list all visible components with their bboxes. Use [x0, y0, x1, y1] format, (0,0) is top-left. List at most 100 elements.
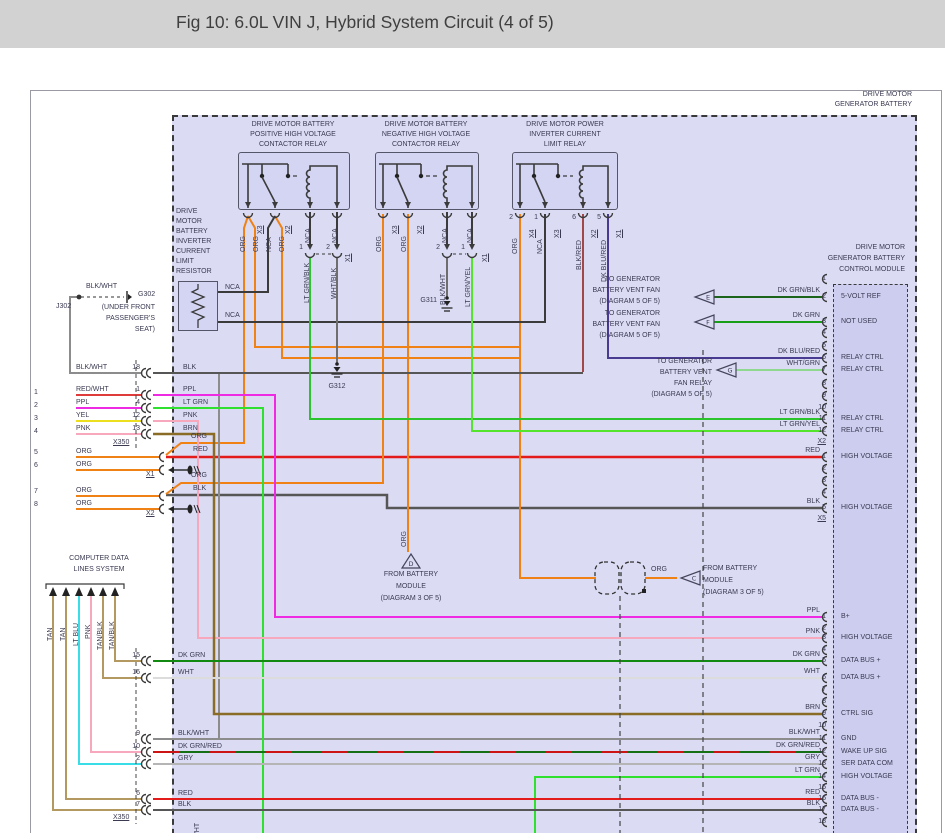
connector-cup: [147, 391, 152, 400]
connector-cup: [142, 391, 146, 400]
pin-arrow: [307, 202, 313, 208]
wire-color-label: X4: [529, 229, 537, 238]
diagram-label: ORG: [191, 433, 207, 441]
x350-right-wire-label: WHT: [178, 669, 194, 677]
x350-pin-number: 4: [136, 399, 140, 407]
diagram-label: (DIAGRAM 5 OF 5): [599, 298, 660, 306]
diagram-label: G302: [138, 291, 155, 299]
module-pin-number: 2: [822, 625, 826, 633]
connector-cup: [142, 404, 146, 413]
diagram-label: 3: [34, 415, 38, 423]
diagram-label: 2: [326, 244, 330, 252]
triangle-letter: E: [706, 294, 710, 302]
connector-index-dot: [642, 589, 646, 593]
diagram-label: BATTERY VENT FAN: [592, 287, 660, 295]
x350-left-wire-label: PPL: [76, 399, 89, 407]
relay-blade: [397, 177, 408, 202]
ground-icon: [332, 374, 343, 377]
data-line-arrow-icon: [99, 587, 107, 596]
relay-blade: [262, 177, 275, 202]
relay-title: DRIVE MOTOR POWER: [526, 121, 604, 129]
wire-color-label: LT GRN/YEL: [465, 267, 473, 307]
connector-cup: [147, 735, 152, 744]
diagram-label: X1: [146, 471, 155, 479]
module-signal-label: DATA BUS +: [841, 657, 881, 665]
relay-title: INVERTER CURRENT: [529, 131, 600, 139]
wire-color-label: X1: [345, 253, 353, 262]
wire-color-label: TAN: [47, 628, 55, 641]
diagram-label: PASSENGER'S: [106, 315, 155, 323]
diagram-label: BLK/WHT: [86, 283, 117, 291]
diagram-label: X350: [113, 439, 129, 447]
diagram-label: (DIAGRAM 3 OF 5): [703, 589, 764, 597]
wire-color-label: X2: [417, 225, 425, 234]
diagram-label: ORG: [76, 448, 92, 456]
connector-cup: [160, 453, 164, 462]
module-wire-label: DK BLU/RED: [778, 348, 820, 356]
connector-cup: [147, 674, 152, 683]
data-lines-bracket: [46, 584, 124, 589]
module-pin-number: 9: [822, 710, 826, 718]
x350-right-wire-label: PPL: [183, 386, 196, 394]
module-pin-number: 3: [822, 477, 826, 485]
module-pin-number: 5: [822, 342, 826, 350]
relay-coil: [444, 166, 472, 208]
wiring-diagram-page: Fig 10: 6.0L VIN J, Hybrid System Circui…: [0, 0, 945, 833]
x350-pin-number: 15: [132, 652, 140, 660]
connector-cup: [468, 253, 477, 258]
connector-cup: [142, 760, 146, 769]
diagram-label: RED: [193, 446, 208, 454]
wire-brn: [153, 434, 823, 714]
connector-cup: [142, 795, 146, 804]
module-pin-number: 4: [822, 646, 826, 654]
module-pin-number: 5: [822, 504, 826, 512]
diagram-label: BATTERY VENT FAN: [592, 321, 660, 329]
connector-cup: [306, 253, 315, 258]
module-pin-number: 9: [822, 392, 826, 400]
x350-left-wire-label: BLK/WHT: [76, 364, 107, 372]
x350-left-wire-label: YEL: [76, 412, 89, 420]
relay-title: LIMIT RELAY: [544, 141, 586, 149]
diagram-label: 2: [436, 244, 440, 252]
module-wire-label: WHT/GRN: [787, 360, 820, 368]
module-signal-label: DATA BUS -: [841, 806, 879, 814]
pin-arrow: [405, 202, 411, 208]
inline-connector-half: [621, 562, 645, 594]
x350-pin-number: 18: [132, 364, 140, 372]
diagram-label: DRIVE MOTOR: [863, 91, 912, 99]
wire-color-label: ORG: [279, 236, 287, 252]
diagram-label: 6: [572, 214, 576, 222]
wire-blk-high-voltage: [166, 495, 823, 508]
relay-title: DRIVE MOTOR BATTERY: [252, 121, 335, 129]
data-line-arrow-icon: [111, 587, 119, 596]
diagram-label: NCA: [225, 284, 240, 292]
x350-pin-number: 12: [132, 412, 140, 420]
diagram-label: 5: [34, 449, 38, 457]
shield-arrow-icon: [168, 506, 174, 512]
module-wire-label: RED: [805, 447, 820, 455]
diagram-label: FROM BATTERY: [384, 571, 438, 579]
connector-cup: [147, 417, 152, 426]
x350-pin-number: 10: [132, 743, 140, 751]
wire-color-label: BLK/RED: [576, 240, 584, 270]
pin-arrow: [469, 244, 475, 250]
wire-color-label: DK BLU/RED: [601, 240, 609, 282]
module-signal-label: RELAY CTRL: [841, 427, 884, 435]
module-pin-number: 1: [822, 613, 826, 621]
resistor-label: DRIVE: [176, 208, 197, 216]
x350-pin-number: 9: [136, 730, 140, 738]
diagram-label: X2: [146, 510, 155, 518]
connector-cup: [142, 806, 146, 815]
resistor-label: BATTERY: [176, 228, 208, 236]
triangle-letter: F: [706, 319, 710, 327]
diagram-label: TO GENERATOR: [605, 310, 660, 318]
module-signal-label: WAKE UP SIG: [841, 748, 887, 756]
module-connector-label: X5: [817, 515, 826, 523]
module-pin-number: 2: [822, 465, 826, 473]
relay-contact-dot: [556, 174, 560, 178]
x350-right-wire-label: DK GRN/RED: [178, 743, 222, 751]
module-signal-label: DATA BUS -: [841, 795, 879, 803]
x350-right-wire-label: RED: [178, 790, 193, 798]
module-wire-label: BLK: [807, 498, 820, 506]
x350-pin-number: 1: [136, 386, 140, 394]
